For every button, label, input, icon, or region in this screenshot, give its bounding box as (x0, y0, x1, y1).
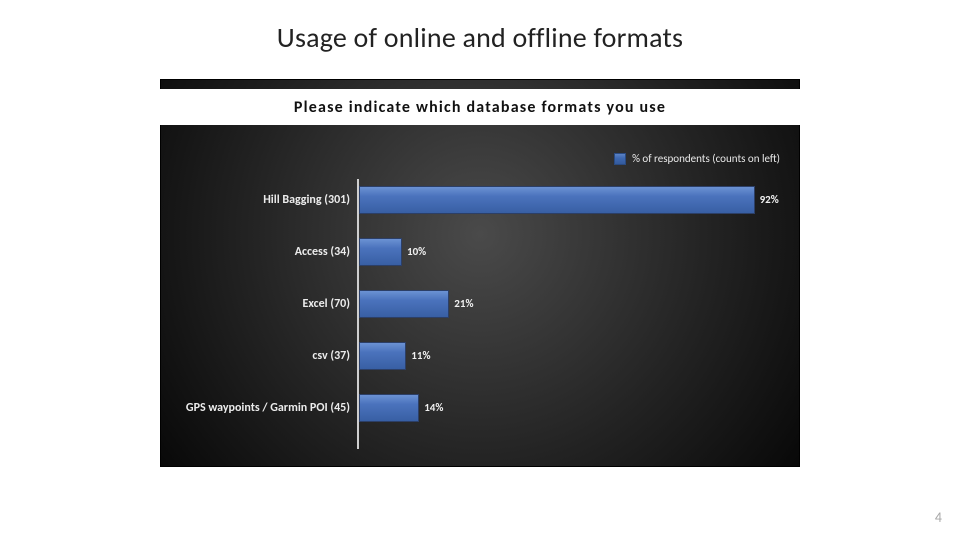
legend-swatch-icon (614, 153, 626, 165)
category-label: csv (37) (312, 339, 350, 373)
bar-row: Excel (70) 21% (358, 287, 788, 321)
category-label: Access (34) (295, 235, 350, 269)
bar-row: GPS waypoints / Garmin POI (45) 14% (358, 391, 788, 425)
page-title: Usage of online and offline formats (0, 20, 960, 55)
value-label: 11% (411, 339, 430, 373)
page-number: 4 (935, 509, 942, 526)
chart-title: Please indicate which database formats y… (160, 89, 800, 125)
bar (359, 290, 449, 318)
value-label: 14% (424, 391, 443, 425)
category-label: Excel (70) (303, 287, 350, 321)
legend-label: % of respondents (counts on left) (632, 152, 780, 165)
bar-row: Access (34) 10% (358, 235, 788, 269)
value-label: 10% (407, 235, 426, 269)
bar (359, 394, 419, 422)
value-label: 92% (760, 183, 779, 217)
category-label: GPS waypoints / Garmin POI (45) (186, 391, 350, 425)
value-label: 21% (454, 287, 473, 321)
bar (359, 238, 402, 266)
category-label: Hill Bagging (301) (263, 183, 350, 217)
plot-area: Hill Bagging (301) 92% Access (34) 10% E… (358, 179, 788, 449)
bar-row: Hill Bagging (301) 92% (358, 183, 788, 217)
bar (359, 342, 406, 370)
legend: % of respondents (counts on left) (614, 152, 780, 165)
chart-panel: Please indicate which database formats y… (160, 79, 800, 467)
bar-row: csv (37) 11% (358, 339, 788, 373)
bar (359, 186, 755, 214)
